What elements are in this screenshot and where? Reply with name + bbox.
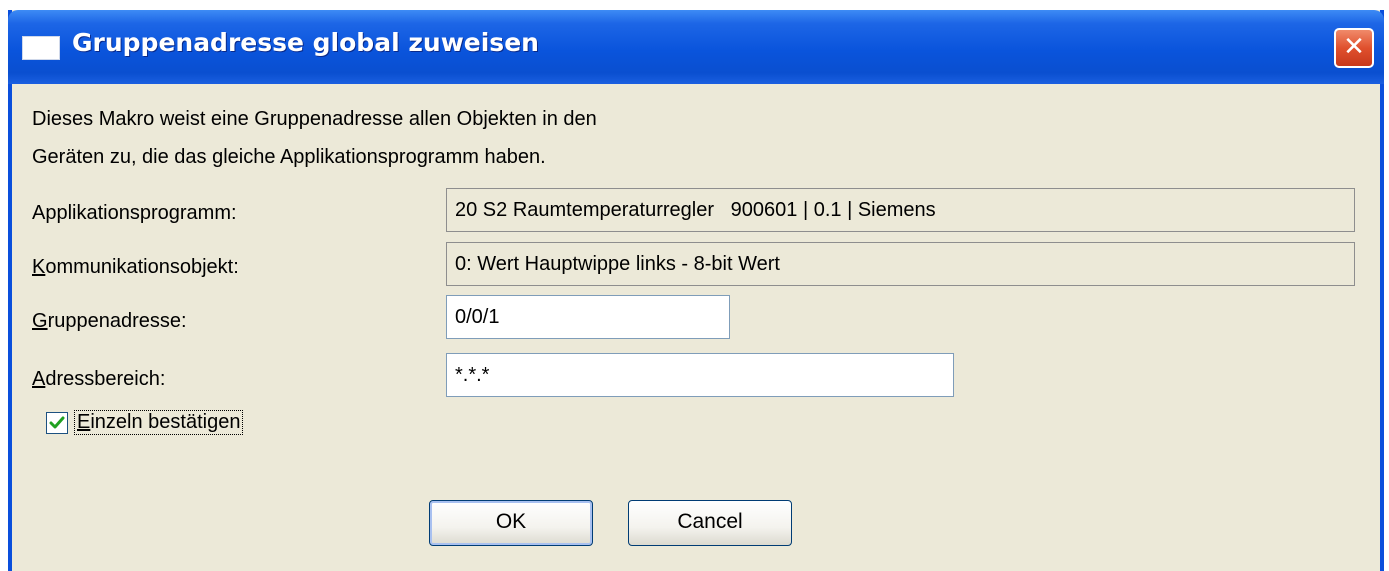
- confirm-individually-checkbox[interactable]: [46, 411, 68, 434]
- application-label: Applikationsprogramm:: [32, 202, 237, 224]
- application-field: 20 S2 Raumtemperaturregler 900601 | 0.1 …: [446, 188, 1355, 232]
- title-bar[interactable]: Gruppenadresse global zuweisen ✕: [8, 10, 1384, 84]
- comm-object-label-accesskey: K: [32, 256, 46, 278]
- comm-object-label-text: ommunikationsobjekt:: [45, 256, 239, 278]
- confirm-individually-accesskey: E: [77, 411, 91, 433]
- confirm-individually-row[interactable]: Einzeln bestätigen: [46, 410, 244, 435]
- group-address-label: Gruppenadresse:: [32, 310, 187, 333]
- ok-button[interactable]: OK: [429, 500, 593, 546]
- group-address-label-accesskey: G: [32, 310, 48, 332]
- address-range-input[interactable]: *.*.*: [446, 353, 954, 397]
- confirm-individually-label[interactable]: Einzeln bestätigen: [74, 410, 244, 435]
- address-range-label-text: dressbereich:: [45, 368, 166, 390]
- dialog-window: Gruppenadresse global zuweisen ✕ Dieses …: [8, 10, 1384, 571]
- comm-object-label: Kommunikationsobjekt:: [32, 256, 239, 279]
- window-icon: [22, 36, 60, 60]
- address-range-label: Adressbereich:: [32, 368, 165, 391]
- confirm-individually-text: inzeln bestätigen: [90, 411, 241, 433]
- window-title: Gruppenadresse global zuweisen: [72, 28, 539, 57]
- cancel-button[interactable]: Cancel: [628, 500, 792, 546]
- description-line-1: Dieses Makro weist eine Gruppenadresse a…: [32, 108, 597, 130]
- checkmark-icon: [49, 416, 65, 428]
- address-range-label-accesskey: A: [32, 368, 46, 390]
- close-button[interactable]: ✕: [1334, 28, 1374, 68]
- close-icon: ✕: [1343, 32, 1365, 62]
- group-address-input[interactable]: 0/0/1: [446, 295, 730, 339]
- description: Dieses Makro weist eine Gruppenadresse a…: [32, 100, 597, 176]
- comm-object-field: 0: Wert Hauptwippe links - 8-bit Wert: [446, 242, 1355, 286]
- group-address-label-text: ruppenadresse:: [47, 310, 187, 332]
- description-line-2: Geräten zu, die das gleiche Applikations…: [32, 146, 546, 168]
